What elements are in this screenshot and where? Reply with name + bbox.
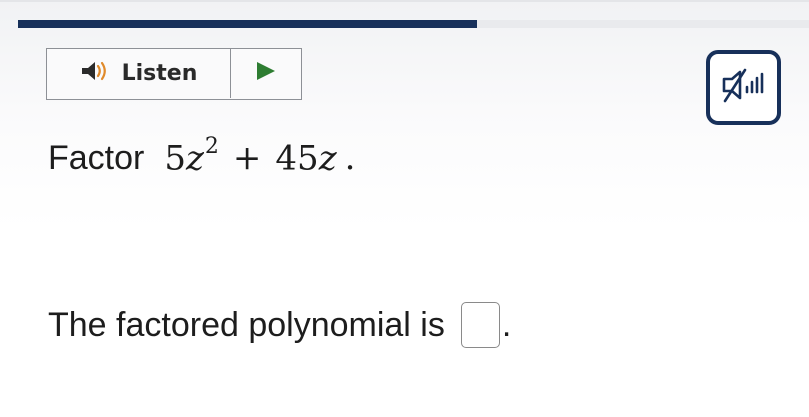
- polynomial-expression: 5z2 +45z.: [164, 134, 356, 179]
- expression-exponent: 2: [204, 134, 219, 159]
- play-button[interactable]: [231, 49, 301, 98]
- answer-period: .: [501, 305, 512, 344]
- progress-bar-fill: [18, 20, 477, 28]
- top-divider: [0, 0, 809, 2]
- answer-label: The factored polynomial is: [48, 305, 445, 344]
- play-icon: [255, 60, 277, 87]
- question-prompt: Factor 5z2 +45z.: [48, 134, 356, 188]
- listen-widget: Listen: [46, 48, 302, 100]
- mute-icon: [721, 65, 767, 110]
- answer-input[interactable]: [460, 302, 500, 348]
- listen-button[interactable]: Listen: [47, 49, 231, 98]
- expression-coefficient-2: 45: [275, 138, 319, 179]
- listen-label: Listen: [121, 61, 198, 86]
- expression-variable: z: [186, 138, 204, 179]
- expression-operator: +: [232, 138, 262, 179]
- expression-variable-2: z: [318, 138, 337, 179]
- question-label: Factor: [48, 139, 145, 178]
- progress-bar: [18, 20, 809, 28]
- audio-toggle-button[interactable]: [706, 50, 781, 125]
- expression-period: .: [344, 138, 356, 179]
- expression-coefficient: 5: [164, 138, 186, 179]
- answer-row: The factored polynomial is .: [48, 300, 511, 350]
- speaker-icon: [80, 59, 112, 88]
